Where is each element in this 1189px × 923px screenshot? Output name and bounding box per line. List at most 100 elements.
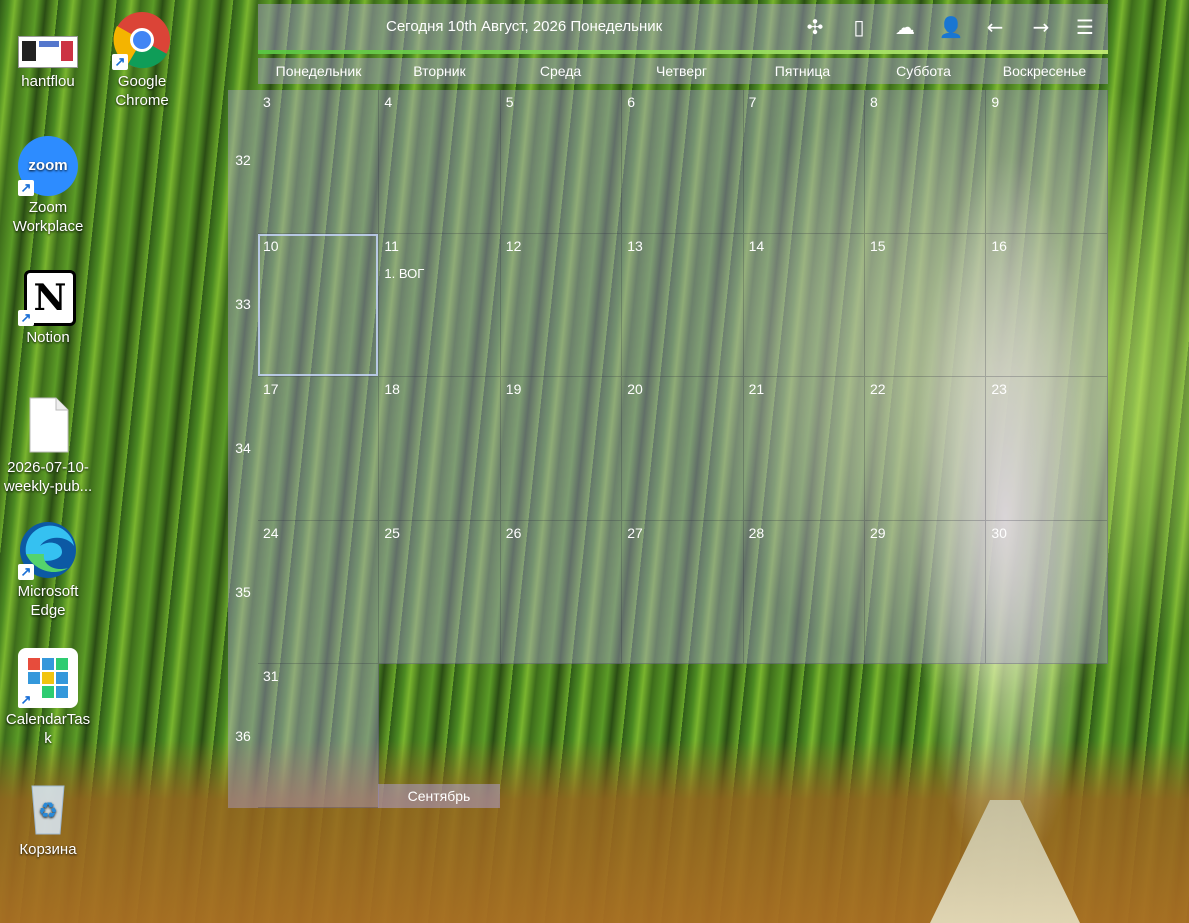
week-number: 33 — [235, 296, 251, 312]
shortcut-arrow-icon: ↗ — [18, 564, 34, 580]
day-cell[interactable]: 13 — [622, 233, 744, 378]
document-icon — [18, 396, 78, 456]
desktop-icon-edge[interactable]: ↗ Microsoft Edge — [0, 520, 96, 620]
day-number: 27 — [627, 524, 643, 541]
day-cell[interactable]: 4 — [379, 90, 501, 234]
day-cell[interactable]: 25 — [379, 520, 501, 665]
day-number: 5 — [505, 94, 514, 110]
desktop-icon-label: CalendarTask — [5, 711, 91, 747]
day-number: 28 — [748, 524, 765, 541]
desktop-icon-notion[interactable]: N ↗ Notion — [0, 266, 96, 347]
puzzle-icon[interactable]: ✣ — [802, 14, 828, 40]
day-cell[interactable]: 28 — [743, 520, 865, 665]
day-cell[interactable]: 14 — [743, 233, 865, 378]
today-label: Сегодня 10th Август, 2026 Понедельник — [386, 18, 663, 35]
shortcut-arrow-icon: ↗ — [112, 54, 128, 70]
day-cell[interactable]: 10 — [258, 233, 380, 378]
week-number: 34 — [235, 440, 251, 456]
day-number: 19 — [505, 381, 522, 398]
day-number: 15 — [870, 237, 886, 254]
week-number: 36 — [235, 728, 251, 744]
day-cell[interactable]: 16 — [986, 233, 1108, 378]
desktop-icon-document[interactable]: 2026-07-10-weekly-pub... — [0, 396, 96, 496]
desktop-icon-label: hantflou — [21, 73, 75, 90]
edge-icon: ↗ — [18, 520, 78, 580]
day-cell[interactable]: 18 — [379, 377, 501, 521]
day-number: 6 — [627, 94, 635, 110]
chrome-icon: ↗ — [112, 10, 172, 70]
day-number: 10 — [263, 237, 279, 254]
recycle-bin-icon: ♻ — [18, 778, 78, 838]
day-number: 24 — [263, 524, 279, 541]
day-cell[interactable]: 22 — [865, 377, 987, 521]
desktop-icon-hantflou[interactable]: hantflou — [0, 36, 96, 91]
day-cell[interactable]: 20 — [622, 377, 744, 521]
day-cell[interactable]: 15 — [865, 233, 987, 378]
weekday-label: Воскресенье — [1002, 63, 1087, 79]
weekday-label: Понедельник — [275, 63, 362, 79]
forest-path — [930, 800, 1080, 923]
desktop-icon-label: Notion — [26, 329, 70, 346]
menu-icon[interactable]: ☰ — [1072, 14, 1098, 40]
desktop-icon-label: 2026-07-10-weekly-pub... — [3, 459, 93, 495]
toolbar-divider — [258, 50, 1108, 54]
desktop-icon-chrome[interactable]: ↗ Google Chrome — [94, 10, 190, 110]
day-cell[interactable]: 26 — [500, 520, 623, 665]
weekday-label: Среда — [539, 63, 582, 79]
event-item[interactable]: 1. ВОГ — [384, 266, 424, 281]
day-cell[interactable]: 12 — [500, 233, 623, 378]
day-cell[interactable]: 31 — [258, 664, 380, 808]
phone-icon[interactable]: ▯ — [846, 14, 872, 40]
day-cell[interactable]: 27 — [622, 520, 744, 665]
cloud-icon[interactable]: ☁ — [892, 14, 918, 40]
desktop-icon-label: Корзина — [19, 841, 77, 858]
calendar-toolbar: Сегодня 10th Август, 2026 Понедельник ✣ … — [258, 4, 1108, 50]
day-number: 17 — [263, 381, 279, 398]
day-cell[interactable]: 24 — [258, 520, 380, 665]
day-number: 14 — [748, 237, 765, 254]
day-number: 7 — [748, 94, 757, 110]
shortcut-arrow-icon: ↗ — [18, 692, 34, 708]
arrow-right-icon[interactable]: → — [1028, 14, 1054, 40]
day-number: 8 — [870, 94, 878, 110]
day-cell[interactable]: 7 — [743, 90, 865, 234]
weekday-label: Вторник — [413, 63, 466, 79]
week-number-column: 32 33 34 35 36 — [228, 90, 258, 808]
day-cell[interactable]: 5 — [500, 90, 623, 234]
day-number: 11 — [384, 237, 399, 254]
user-icon[interactable]: 👤 — [938, 14, 964, 40]
weekday-label: Суббота — [896, 63, 951, 79]
day-cell[interactable]: 19 — [500, 377, 623, 521]
day-number: 23 — [991, 381, 1007, 398]
day-cell[interactable]: 23 — [986, 377, 1108, 521]
calendartask-icon: ↗ — [18, 648, 78, 708]
day-cell[interactable]: 11 1. ВОГ — [379, 233, 501, 378]
day-cell[interactable]: 30 — [986, 520, 1108, 665]
day-cell[interactable]: 8 — [865, 90, 987, 234]
desktop-icon-calendartask[interactable]: ↗ CalendarTask — [0, 648, 96, 748]
desktop-icon-zoom[interactable]: zoom ↗ Zoom Workplace — [0, 136, 96, 236]
day-number: 9 — [991, 94, 1000, 110]
day-number: 29 — [870, 524, 886, 541]
day-number: 30 — [991, 524, 1007, 541]
arrow-left-icon[interactable]: ← — [982, 14, 1008, 40]
day-number: 21 — [748, 381, 765, 398]
day-cell[interactable]: 6 — [622, 90, 744, 234]
notion-icon: N ↗ — [18, 266, 78, 326]
desktop-icon-recycle-bin[interactable]: ♻ Корзина — [0, 778, 96, 859]
day-number: 18 — [384, 381, 400, 398]
shortcut-arrow-icon: ↗ — [18, 310, 34, 326]
day-number: 25 — [384, 524, 400, 541]
day-number: 26 — [505, 524, 522, 541]
day-cell[interactable]: 29 — [865, 520, 987, 665]
day-cell[interactable]: 17 — [258, 377, 380, 521]
day-cell[interactable]: 3 — [258, 90, 380, 234]
next-month-button[interactable]: Сентябрь — [378, 784, 500, 808]
desktop-icon-label: Zoom Workplace — [12, 199, 84, 235]
day-number: 3 — [263, 94, 271, 110]
day-number: 16 — [991, 237, 1007, 254]
day-cell[interactable]: 9 — [986, 90, 1108, 234]
weekday-label: Четверг — [655, 63, 708, 79]
day-cell[interactable]: 21 — [743, 377, 865, 521]
week-number: 32 — [235, 152, 251, 168]
